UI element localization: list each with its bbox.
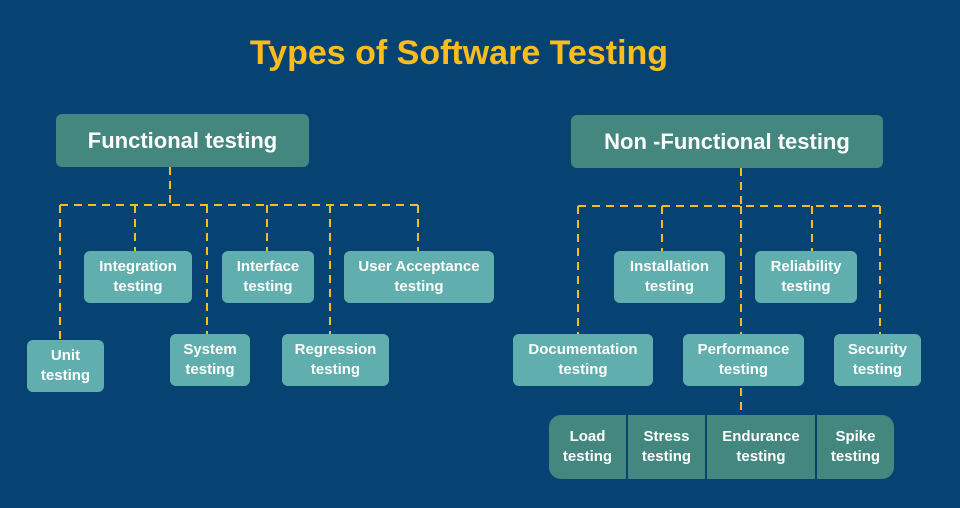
- non-functional-testing-node: Non -Functional testing: [571, 115, 883, 168]
- functional-testing-node: Functional testing: [56, 114, 309, 167]
- integration-testing-node: Integration testing: [84, 251, 192, 303]
- spike-testing-node: Spike testing: [817, 415, 894, 479]
- system-testing-node: System testing: [170, 334, 250, 386]
- reliability-testing-node: Reliability testing: [755, 251, 857, 303]
- performance-testing-node: Performance testing: [683, 334, 804, 386]
- stress-testing-node: Stress testing: [628, 415, 705, 479]
- unit-testing-node: Unit testing: [27, 340, 104, 392]
- installation-testing-node: Installation testing: [614, 251, 725, 303]
- interface-testing-node: Interface testing: [222, 251, 314, 303]
- user-acceptance-testing-node: User Acceptance testing: [344, 251, 494, 303]
- documentation-testing-node: Documentation testing: [513, 334, 653, 386]
- load-testing-node: Load testing: [549, 415, 626, 479]
- endurance-testing-node: Endurance testing: [707, 415, 815, 479]
- regression-testing-node: Regression testing: [282, 334, 389, 386]
- security-testing-node: Security testing: [834, 334, 921, 386]
